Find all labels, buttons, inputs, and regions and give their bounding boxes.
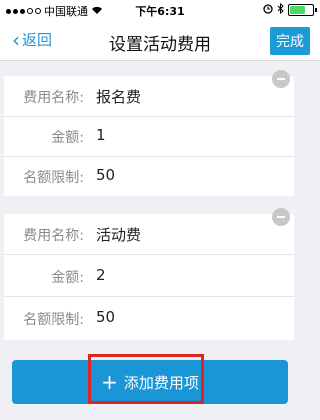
- fee-limit-label: 名额限制:: [23, 312, 84, 328]
- battery-icon: [288, 4, 317, 16]
- fee-amount-row: 金额: 1: [4, 116, 294, 157]
- alarm-icon: [263, 3, 273, 17]
- nav-bar: ‹ 返回 设置活动费用 完成: [0, 20, 320, 61]
- fee-limit-value[interactable]: 50: [96, 166, 115, 184]
- remove-fee-2-button[interactable]: [272, 208, 290, 226]
- fee-card-1: 费用名称: 报名费 金额: 1 名额限制: 50: [4, 76, 294, 196]
- remove-fee-1-button[interactable]: [272, 70, 290, 88]
- status-bar: 中国联通 下午6:31: [0, 0, 320, 20]
- fee-amount-value[interactable]: 2: [96, 266, 106, 284]
- fee-limit-value[interactable]: 50: [96, 308, 115, 326]
- fee-name-value[interactable]: 活动费: [96, 224, 141, 245]
- bluetooth-icon: [277, 2, 284, 17]
- status-right: [263, 2, 317, 17]
- fee-name-label: 费用名称:: [23, 228, 84, 244]
- fee-limit-row: 名额限制: 50: [4, 298, 294, 338]
- fee-name-row: 费用名称: 活动费: [4, 214, 294, 255]
- highlight-annotation: [88, 354, 204, 404]
- fee-name-value[interactable]: 报名费: [96, 86, 141, 107]
- fee-amount-label: 金额:: [51, 130, 84, 146]
- fee-limit-row: 名额限制: 50: [4, 156, 294, 196]
- fee-name-label: 费用名称:: [23, 90, 84, 106]
- fee-amount-label: 金额:: [51, 270, 84, 286]
- fee-amount-value[interactable]: 1: [96, 126, 106, 144]
- fee-amount-row: 金额: 2: [4, 256, 294, 297]
- fee-name-row: 费用名称: 报名费: [4, 76, 294, 117]
- fee-limit-label: 名额限制:: [23, 170, 84, 186]
- fee-card-2: 费用名称: 活动费 金额: 2 名额限制: 50: [4, 214, 294, 340]
- done-button[interactable]: 完成: [270, 27, 310, 55]
